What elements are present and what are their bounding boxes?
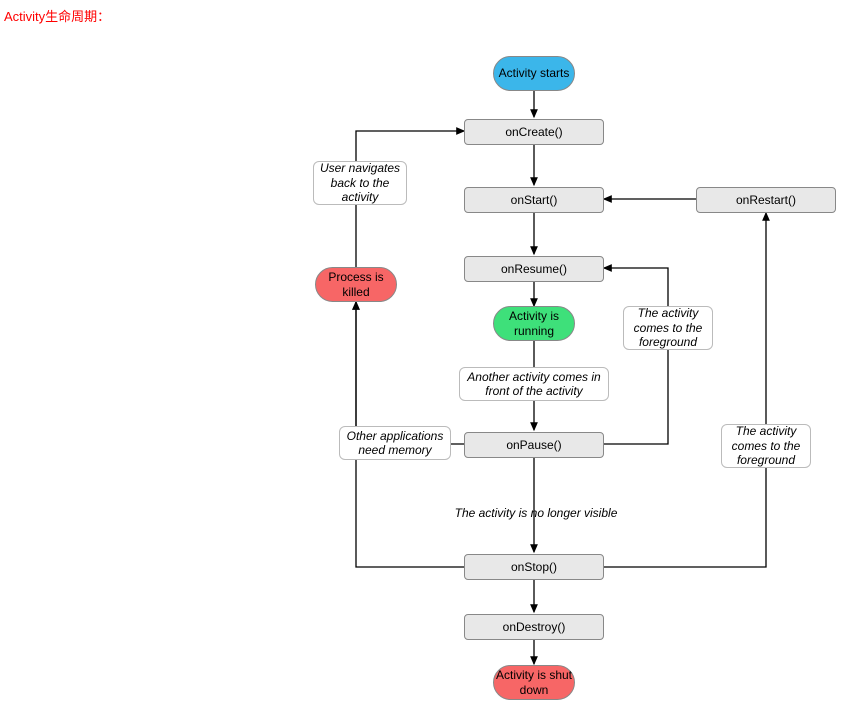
label-no-longer-visible: The activity is no longer visible: [446, 506, 626, 520]
label-another-activity: Another activity comes in front of the a…: [459, 367, 609, 401]
label-foreground-1: The activity comes to the foreground: [623, 306, 713, 350]
node-activity-starts: Activity starts: [493, 56, 575, 91]
node-ondestroy: onDestroy(): [464, 614, 604, 640]
node-onpause: onPause(): [464, 432, 604, 458]
node-onresume: onResume(): [464, 256, 604, 282]
node-oncreate: onCreate(): [464, 119, 604, 145]
node-onstop: onStop(): [464, 554, 604, 580]
node-process-killed: Process is killed: [315, 267, 397, 302]
arrows-layer: [0, 0, 865, 723]
label-user-navigates: User navigates back to the activity: [313, 161, 407, 205]
page-title: Activity生命周期：: [4, 6, 110, 25]
node-onstart: onStart(): [464, 187, 604, 213]
node-activity-running: Activity is running: [493, 306, 575, 341]
label-other-apps: Other applications need memory: [339, 426, 451, 460]
label-foreground-2: The activity comes to the foreground: [721, 424, 811, 468]
node-onrestart: onRestart(): [696, 187, 836, 213]
node-activity-shutdown: Activity is shut down: [493, 665, 575, 700]
